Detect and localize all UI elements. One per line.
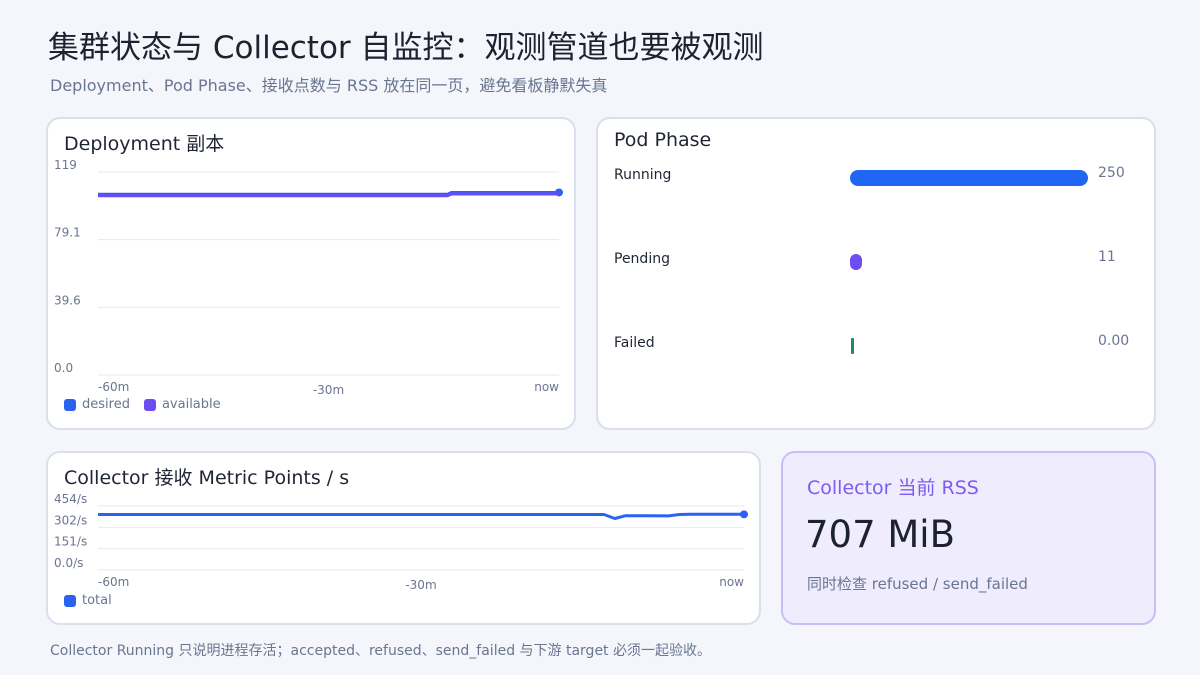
phase-value-failed: 0.00 [1098,333,1130,349]
deployment-x-tick-label: now [534,380,559,394]
rss-value: 707 MiB [805,513,955,556]
metric-x-tick-label: -60m [98,575,129,589]
phase-bar-pending [850,254,862,270]
phase-row-failed: Failed 0.00 [614,333,1144,375]
metric-x-tick-label: -30m [405,578,436,592]
phase-bar-failed [851,338,854,354]
legend-swatch-available [143,398,156,411]
pod-phase-card: Pod Phase Running 250 Pending 11 Failed … [596,117,1156,430]
metric-y-tick-label: 454/s [54,492,87,506]
collector-rss-card: Collector 当前 RSS 707 MiB 同时检查 refused / … [781,451,1156,625]
phase-label-pending: Pending [614,251,670,267]
pod-phase-card-title: Pod Phase [614,129,712,151]
rss-card-title: Collector 当前 RSS [807,477,979,499]
legend-label-total: total [82,593,112,608]
legend-label-available: available [161,397,221,412]
phase-label-failed: Failed [614,335,655,351]
metric-x-tick-label: now [719,575,744,589]
rss-note: 同时检查 refused / send_failed [807,575,1028,593]
metric-y-tick-label: 302/s [54,513,87,527]
metric-points-card: Collector 接收 Metric Points / s 454/s 302/… [46,451,761,625]
metric-y-tick-label: 151/s [54,535,87,549]
phase-value-pending: 11 [1098,249,1116,265]
phase-value-running: 250 [1098,165,1125,181]
deployment-y-tick-label: 119 [54,158,77,172]
deployment-y-tick-label: 79.1 [54,226,81,240]
metric-legend: total [64,593,112,608]
deployment-replicas-card: Deployment 副本 119 79.1 39.6 0.0 -60m -30m now … [46,117,576,430]
phase-row-pending: Pending 11 [614,249,1144,291]
legend-swatch-total [64,594,76,607]
page-title: 集群状态与 Collector 自监控：观测管道也要被观测 [48,30,764,66]
deployment-y-tick-label: 0.0 [54,361,73,375]
phase-label-running: Running [614,167,672,183]
footer-note: Collector Running 只说明进程存活；accepted、refus… [50,643,711,659]
deployment-x-tick-label: -60m [98,380,129,394]
phase-bar-running [850,170,1088,186]
deployment-series-available [98,192,559,198]
phase-row-running: Running 250 [614,165,1144,207]
metric-points-line-chart: 454/s 302/s 151/s 0.0/s -60m -30m now [54,492,748,592]
page-subtitle: Deployment、Pod Phase、接收点数与 RSS 放在同一页，避免看… [50,76,608,95]
legend-swatch-desired [64,398,76,411]
legend-label-desired: desired [82,397,130,412]
deployment-legend: desired available [64,397,221,412]
deployment-y-tick-label: 39.6 [54,293,81,307]
metric-series-total [98,512,744,520]
deployment-x-tick-label: -30m [313,383,344,397]
metric-series-total-endpoint [740,510,748,519]
metric-y-tick-label: 0.0/s [54,556,83,570]
deployment-line-chart: 119 79.1 39.6 0.0 -60m -30m now [54,158,563,397]
